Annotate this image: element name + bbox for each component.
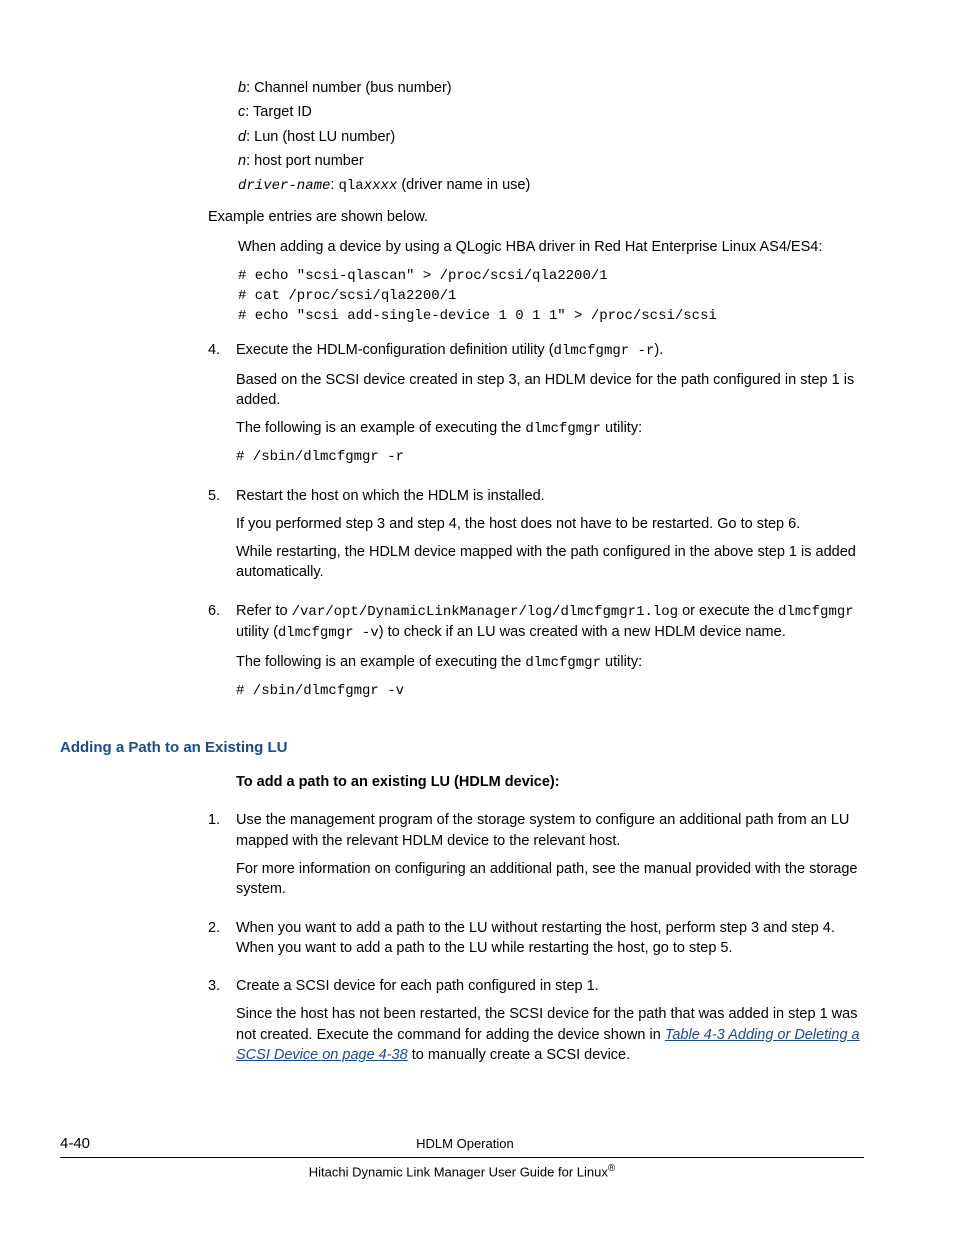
step-6-p1c: utility ( <box>236 624 278 640</box>
b-step-1-num: 1. <box>208 810 236 907</box>
intro-body: To add a path to an existing LU (HDLM de… <box>236 772 864 800</box>
step-5-p1: Restart the host on which the HDLM is in… <box>236 486 864 506</box>
page-number: 4-40 <box>60 1133 90 1154</box>
step-4: 4. Execute the HDLM-configuration defini… <box>208 340 864 475</box>
footer-spacer <box>840 1134 864 1154</box>
step-6: 6. Refer to /var/opt/DynamicLinkManager/… <box>208 601 864 709</box>
section-heading: Adding a Path to an Existing LU <box>60 737 864 758</box>
step-6-cmd: # /sbin/dlmcfgmgr -v <box>236 682 864 702</box>
step-6-p1code1: dlmcfgmgr <box>778 604 854 620</box>
bold-intro-row: To add a path to an existing LU (HDLM de… <box>208 772 864 800</box>
def-c-text: : Target ID <box>245 104 312 120</box>
def-d: d: Lun (host LU number) <box>238 127 864 147</box>
b-step-3-p2b: to manually create a SCSI device. <box>408 1047 630 1063</box>
reg-mark: ® <box>608 1163 615 1174</box>
step-6-p2a: The following is an example of executing… <box>236 654 525 670</box>
var-d: d <box>238 129 246 145</box>
def-driver-code: qla <box>338 178 363 194</box>
footer-top: 4-40 HDLM Operation <box>60 1133 864 1157</box>
b-step-3-p2: Since the host has not been restarted, t… <box>236 1004 864 1065</box>
var-n: n <box>238 153 246 169</box>
def-driver: driver-name: qlaxxxx (driver name in use… <box>238 175 864 197</box>
def-b-text: : Channel number (bus number) <box>246 80 452 96</box>
var-driver: driver-name <box>238 178 330 194</box>
step-4-p1code: dlmcfgmgr -r <box>554 343 655 359</box>
step-4-num: 4. <box>208 340 236 475</box>
def-d-text: : Lun (host LU number) <box>246 129 395 145</box>
footer-bottom: Hitachi Dynamic Link Manager User Guide … <box>60 1162 864 1182</box>
steps-list-b: To add a path to an existing LU (HDLM de… <box>208 772 864 1073</box>
def-driver-codeital: xxxx <box>364 178 398 194</box>
step-6-p1path: /var/opt/DynamicLinkManager/log/dlmcfgmg… <box>292 604 678 620</box>
def-n-text: : host port number <box>246 153 364 169</box>
b-step-3: 3. Create a SCSI device for each path co… <box>208 976 864 1073</box>
example-intro: Example entries are shown below. <box>208 207 864 227</box>
footer-subtitle: Hitachi Dynamic Link Manager User Guide … <box>309 1164 608 1179</box>
step-6-p2code: dlmcfgmgr <box>525 655 601 671</box>
b-step-1-body: Use the management program of the storag… <box>236 810 864 907</box>
b-step-1-p1: Use the management program of the storag… <box>236 810 864 851</box>
step-4-p3a: The following is an example of executing… <box>236 420 525 436</box>
step-4-cmd: # /sbin/dlmcfgmgr -r <box>236 448 864 468</box>
b-step-2-p1: When you want to add a path to the LU wi… <box>236 918 864 959</box>
steps-list-a: 4. Execute the HDLM-configuration defini… <box>208 340 864 709</box>
b-step-1-p2: For more information on configuring an a… <box>236 859 864 900</box>
step-4-p3b: utility: <box>601 420 642 436</box>
step-6-body: Refer to /var/opt/DynamicLinkManager/log… <box>236 601 864 709</box>
b-step-3-p1: Create a SCSI device for each path confi… <box>236 976 864 996</box>
step-6-p1a: Refer to <box>236 603 292 619</box>
step-4-p1: Execute the HDLM-configuration definitio… <box>236 340 864 362</box>
def-c: c: Target ID <box>238 102 864 122</box>
def-b: b: Channel number (bus number) <box>238 78 864 98</box>
b-step-1: 1. Use the management program of the sto… <box>208 810 864 907</box>
step-6-p1d: ) to check if an LU was created with a n… <box>379 624 786 640</box>
example-code: # echo "scsi-qlascan" > /proc/scsi/qla22… <box>238 267 864 326</box>
step-4-p1b: ). <box>654 342 663 358</box>
step-4-p2: Based on the SCSI device created in step… <box>236 370 864 411</box>
b-step-2-body: When you want to add a path to the LU wi… <box>236 918 864 967</box>
def-driver-tail: (driver name in use) <box>397 177 530 193</box>
page-content: b: Channel number (bus number) c: Target… <box>208 78 864 1073</box>
example-desc: When adding a device by using a QLogic H… <box>238 237 864 257</box>
step-5-p3: While restarting, the HDLM device mapped… <box>236 542 864 583</box>
footer-title: HDLM Operation <box>416 1135 514 1153</box>
step-4-p1a: Execute the HDLM-configuration definitio… <box>236 342 554 358</box>
step-5: 5. Restart the host on which the HDLM is… <box>208 486 864 591</box>
b-step-3-num: 3. <box>208 976 236 1073</box>
step-6-p2: The following is an example of executing… <box>236 652 864 674</box>
step-4-p3code: dlmcfgmgr <box>525 421 601 437</box>
step-6-p1b: or execute the <box>678 603 778 619</box>
step-6-p1code2: dlmcfgmgr -v <box>278 625 379 641</box>
step-6-num: 6. <box>208 601 236 709</box>
bold-intro: To add a path to an existing LU (HDLM de… <box>236 772 864 792</box>
step-5-p2: If you performed step 3 and step 4, the … <box>236 514 864 534</box>
b-step-2: 2. When you want to add a path to the LU… <box>208 918 864 967</box>
b-step-2-num: 2. <box>208 918 236 967</box>
step-6-p1: Refer to /var/opt/DynamicLinkManager/log… <box>236 601 864 644</box>
step-5-num: 5. <box>208 486 236 591</box>
step-5-body: Restart the host on which the HDLM is in… <box>236 486 864 591</box>
page-footer: 4-40 HDLM Operation Hitachi Dynamic Link… <box>60 1133 864 1181</box>
step-6-p2b: utility: <box>601 654 642 670</box>
var-b: b <box>238 80 246 96</box>
step-4-p3: The following is an example of executing… <box>236 418 864 440</box>
spacer <box>208 772 236 800</box>
def-n: n: host port number <box>238 151 864 171</box>
step-4-body: Execute the HDLM-configuration definitio… <box>236 340 864 475</box>
b-step-3-body: Create a SCSI device for each path confi… <box>236 976 864 1073</box>
